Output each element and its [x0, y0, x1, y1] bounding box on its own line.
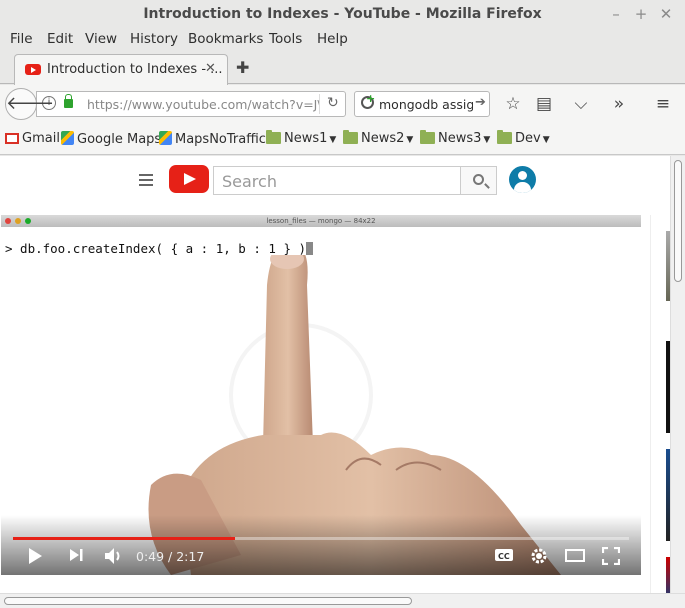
- vertical-scrollbar[interactable]: [670, 156, 685, 593]
- bookmark-label: Google Maps: [77, 132, 162, 147]
- lock-icon[interactable]: [64, 94, 73, 108]
- tab-active[interactable]: Introduction to Indexes - ... ✕: [14, 54, 228, 85]
- progress-bar[interactable]: [13, 537, 629, 540]
- folder-icon: [266, 130, 281, 144]
- navigation-bar: i https://www.youtube.com/watch?v=J\ ↻ 🡐…: [0, 85, 685, 123]
- url-bar[interactable]: i https://www.youtube.com/watch?v=J\ ↻: [36, 91, 346, 117]
- progress-fill: [13, 537, 235, 540]
- gmail-icon: [5, 133, 19, 144]
- closed-captions-icon[interactable]: CC: [494, 547, 514, 567]
- page-content: Search lesson_files — mongo — 84x22 > db…: [0, 156, 685, 593]
- reload-icon[interactable]: ↻: [327, 95, 339, 111]
- hamburger-menu-icon[interactable]: ≡: [652, 93, 674, 115]
- chevron-down-icon: ▼: [406, 135, 414, 145]
- bookmark-google-maps[interactable]: Google Maps: [61, 131, 161, 147]
- guide-menu-icon[interactable]: [139, 174, 153, 186]
- chevron-down-icon: ▼: [329, 135, 337, 145]
- terminal-cursor: [306, 242, 314, 255]
- bookmark-label: MapsNoTraffic: [175, 132, 266, 147]
- reader-view-icon[interactable]: ▤: [533, 93, 555, 115]
- theater-mode-icon[interactable]: [565, 547, 585, 567]
- menu-tools[interactable]: Tools: [269, 31, 302, 47]
- chevron-down-icon: ▼: [483, 135, 491, 145]
- menu-history[interactable]: History: [130, 31, 178, 47]
- overflow-menu-icon[interactable]: »: [608, 93, 630, 115]
- folder-icon: [343, 130, 358, 144]
- terminal-title: lesson_files — mongo — 84x22: [266, 217, 376, 225]
- terminal-titlebar: lesson_files — mongo — 84x22: [1, 215, 641, 227]
- bookmark-folder-news1[interactable]: News1 ▼: [266, 130, 337, 146]
- avatar[interactable]: [509, 166, 536, 193]
- bookmark-folder-dev[interactable]: Dev ▼: [497, 130, 550, 146]
- vertical-scroll-thumb[interactable]: [674, 160, 682, 282]
- horizontal-scrollbar[interactable]: [0, 593, 685, 608]
- menubar: File Edit View History Bookmarks Tools H…: [0, 29, 685, 51]
- pocket-icon[interactable]: ⌵: [570, 93, 592, 115]
- bookmark-label: News2: [361, 131, 405, 146]
- folder-icon: [420, 130, 435, 144]
- search-bar[interactable]: mongodb assign ➔: [354, 91, 490, 117]
- video-player[interactable]: lesson_files — mongo — 84x22 > db.foo.cr…: [1, 215, 641, 575]
- terminal-command: > db.foo.createIndex( { a : 1, b : 1 } ): [5, 241, 314, 256]
- settings-gear-icon[interactable]: [530, 547, 548, 569]
- youtube-search-button[interactable]: [460, 166, 497, 195]
- bookmark-star-icon[interactable]: ☆: [502, 93, 524, 115]
- back-button[interactable]: 🡐: [5, 88, 54, 120]
- chevron-down-icon: ▼: [542, 135, 550, 145]
- terminal-command-text: > db.foo.createIndex( { a : 1, b : 1 } ): [5, 241, 307, 256]
- minimize-icon[interactable]: –: [607, 5, 625, 23]
- player-controls: 0:49 / 2:17 CC: [1, 515, 641, 575]
- bookmark-folder-news2[interactable]: News2 ▼: [343, 130, 414, 146]
- search-engine-icon[interactable]: [361, 92, 375, 109]
- maps-icon: [61, 131, 74, 145]
- bookmark-label: Dev: [515, 131, 541, 146]
- url-separator: [319, 94, 320, 114]
- recommendations-strip: [650, 215, 671, 593]
- menu-bookmarks[interactable]: Bookmarks: [188, 31, 263, 47]
- menu-file[interactable]: File: [10, 31, 33, 47]
- youtube-logo[interactable]: [169, 165, 209, 193]
- play-icon[interactable]: [27, 547, 43, 569]
- menu-help[interactable]: Help: [317, 31, 348, 47]
- tab-label: Introduction to Indexes - ...: [47, 62, 223, 77]
- svg-text:CC: CC: [498, 552, 510, 561]
- youtube-header: Search: [0, 156, 670, 210]
- new-tab-icon[interactable]: ✚: [236, 58, 249, 77]
- menu-view[interactable]: View: [85, 31, 117, 47]
- bookmark-gmail[interactable]: Gmail: [5, 131, 60, 146]
- horizontal-scroll-thumb[interactable]: [4, 597, 412, 605]
- bookmark-label: News1: [284, 131, 328, 146]
- maximize-icon[interactable]: +: [632, 5, 650, 23]
- menu-edit[interactable]: Edit: [47, 31, 73, 47]
- youtube-favicon-icon: [25, 64, 41, 75]
- bookmark-folder-news3[interactable]: News3 ▼: [420, 130, 491, 146]
- folder-icon: [497, 130, 512, 144]
- window-titlebar: Introduction to Indexes - YouTube - Mozi…: [0, 0, 685, 30]
- close-window-icon[interactable]: ✕: [657, 5, 675, 23]
- time-display: 0:49 / 2:17: [136, 549, 205, 564]
- bookmark-label: Gmail: [22, 131, 60, 146]
- bookmarks-toolbar: Gmail Google Maps MapsNoTraffic News1 ▼ N…: [0, 123, 685, 155]
- bookmark-label: News3: [438, 131, 482, 146]
- fullscreen-icon[interactable]: [601, 546, 621, 569]
- youtube-search-input[interactable]: Search: [213, 166, 461, 195]
- search-placeholder: Search: [222, 172, 277, 191]
- search-icon: [473, 174, 484, 185]
- url-text[interactable]: https://www.youtube.com/watch?v=J\: [87, 97, 319, 112]
- bookmark-mapsnotraffic[interactable]: MapsNoTraffic: [159, 131, 266, 147]
- close-tab-icon[interactable]: ✕: [205, 61, 216, 76]
- search-go-icon[interactable]: ➔: [475, 95, 486, 110]
- tab-strip: Introduction to Indexes - ... ✕ ✚: [0, 52, 685, 85]
- maps-icon: [159, 131, 172, 145]
- next-icon[interactable]: [68, 547, 84, 567]
- window-title: Introduction to Indexes - YouTube - Mozi…: [143, 6, 542, 22]
- volume-icon[interactable]: [104, 547, 124, 569]
- search-input[interactable]: mongodb assign: [379, 97, 473, 112]
